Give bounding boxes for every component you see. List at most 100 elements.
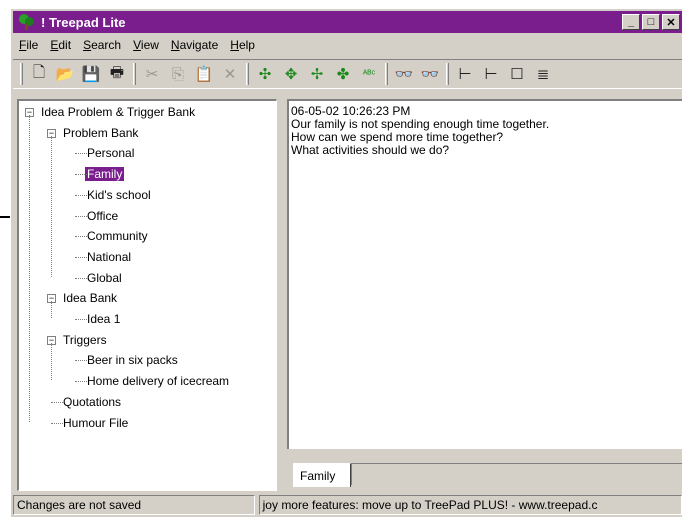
tree-node-label: Global — [87, 270, 122, 285]
tree-connector — [75, 236, 87, 238]
move-up-icon: ✣ — [258, 66, 272, 83]
tree-node-label: Humour File — [63, 415, 129, 430]
maximize-icon: □ — [647, 16, 655, 28]
tree-connector — [29, 115, 30, 422]
tree-node[interactable]: Beer in six packs — [85, 351, 180, 369]
status-promo: joy more features: move up to TreePad PL… — [258, 495, 682, 515]
tree-node[interactable]: Idea Problem & Trigger Bank — [39, 103, 197, 121]
menu-navigate[interactable]: Navigate — [165, 38, 224, 52]
tree-node-label: Idea Problem & Trigger Bank — [41, 105, 196, 119]
tree-connector — [75, 381, 87, 383]
copy-button[interactable]: ⎘ — [166, 62, 190, 86]
tree-node[interactable]: Problem Bank — [61, 124, 140, 142]
toolbar: 🗋 📂 💾 🖶 ✂ ⎘ 📋 ✕ ✣ ✥ ✢ ✤ ᴬᴮᶜ 👓 👓 ⊢ ⊢ ☐ ≣ — [13, 59, 682, 89]
tree-node[interactable]: Global — [85, 269, 124, 287]
tree-connector — [51, 301, 52, 318]
text-page-button[interactable]: ≣ — [531, 62, 555, 86]
open-button[interactable]: 📂 — [53, 62, 77, 86]
window-title: ! Treepad Lite — [41, 14, 126, 30]
minimize-button[interactable]: _ — [622, 14, 640, 30]
maximize-button[interactable]: □ — [642, 14, 660, 30]
new-icon: 🗋 — [32, 63, 46, 81]
tree-node[interactable]: Home delivery of icecream — [85, 372, 231, 390]
text-page-icon: ≣ — [536, 66, 550, 83]
move-left-icon: ✢ — [310, 66, 324, 83]
move-right-icon: ✤ — [336, 66, 350, 83]
tree-connector — [51, 135, 52, 277]
editor-text[interactable]: 06-05-02 10:26:23 PM Our family is not s… — [291, 105, 549, 157]
spellcheck-button[interactable]: ᴬᴮᶜ — [357, 62, 381, 86]
tree-pane[interactable]: Idea Problem & Trigger Bank − Problem Bank… — [17, 99, 277, 491]
tree-view-2-icon: ⊢ — [484, 66, 498, 83]
tree-connector — [75, 194, 87, 196]
status-bar: Changes are not saved joy more features:… — [13, 495, 682, 517]
tree-node[interactable]: Idea 1 — [85, 310, 122, 328]
paste-button[interactable]: 📋 — [192, 62, 216, 86]
tree-connector — [75, 277, 87, 279]
tree-node-label: Personal — [87, 146, 135, 161]
tree-node-label: Idea 1 — [87, 312, 121, 326]
find-button[interactable]: 👓 — [392, 62, 416, 86]
tree-node[interactable]: National — [85, 248, 133, 266]
tree-node-label: Problem Bank — [63, 125, 139, 140]
menu-view[interactable]: View — [127, 38, 165, 52]
menu-edit[interactable]: Edit — [44, 38, 77, 52]
treepad-window: ! Treepad Lite _ □ ✕ File Edit Search View N… — [10, 8, 682, 517]
print-button[interactable]: 🖶 — [105, 62, 129, 86]
tree-node[interactable]: Office — [85, 207, 120, 225]
tree-node-label: Idea Bank — [63, 291, 118, 306]
menu-search[interactable]: Search — [77, 38, 127, 52]
tree-connector — [51, 401, 63, 403]
background-line — [0, 216, 10, 218]
tree-node-label: Beer in six packs — [87, 353, 178, 368]
toolbar-separator — [246, 63, 249, 85]
tree-node-label: Kid's school — [87, 187, 151, 202]
tree-node[interactable]: Quotations — [61, 393, 123, 411]
new-button[interactable]: 🗋 — [27, 62, 51, 86]
tree-node-label: Community — [87, 229, 148, 244]
tab-strip-line — [351, 463, 682, 485]
move-left-button[interactable]: ✢ — [305, 62, 329, 86]
paste-icon: 📋 — [194, 66, 214, 83]
save-icon: 💾 — [81, 66, 101, 83]
title-bar[interactable]: ! Treepad Lite _ □ ✕ — [13, 11, 682, 33]
delete-button[interactable]: ✕ — [218, 62, 242, 86]
find-icon: 👓 — [394, 66, 414, 83]
open-icon: 📂 — [55, 66, 75, 83]
minimize-icon: _ — [627, 16, 635, 28]
treepad-app-icon[interactable] — [19, 14, 35, 30]
move-up-button[interactable]: ✣ — [253, 62, 277, 86]
pane-splitter[interactable] — [279, 99, 285, 491]
save-button[interactable]: 💾 — [79, 62, 103, 86]
tree-node[interactable]: Community — [85, 227, 150, 245]
find-next-icon: 👓 — [420, 66, 440, 83]
tab-strip: Family — [287, 451, 682, 491]
tree-connector — [75, 174, 87, 176]
blank-page-button[interactable]: ☐ — [505, 62, 529, 86]
tree-node-label: Office — [87, 208, 119, 223]
tree-connector — [51, 342, 52, 381]
tree-view-2-button[interactable]: ⊢ — [479, 62, 503, 86]
tree-node[interactable]: Kid's school — [85, 186, 153, 204]
tree-node-label: Family — [85, 167, 125, 182]
tree-node[interactable]: Idea Bank — [61, 289, 119, 307]
tree-node[interactable]: Family — [85, 165, 125, 183]
cut-icon: ✂ — [145, 66, 159, 83]
tree-view-button[interactable]: ⊢ — [453, 62, 477, 86]
move-down-icon: ✥ — [284, 66, 298, 83]
close-button[interactable]: ✕ — [662, 14, 680, 30]
move-right-button[interactable]: ✤ — [331, 62, 355, 86]
cut-button[interactable]: ✂ — [140, 62, 164, 86]
print-icon: 🖶 — [109, 63, 125, 81]
tree-node[interactable]: Personal — [85, 144, 136, 162]
spellcheck-icon: ᴬᴮᶜ — [362, 68, 376, 80]
tree-node[interactable]: Humour File — [61, 414, 130, 432]
tab-family[interactable]: Family — [293, 463, 351, 487]
tree-node[interactable]: Triggers — [61, 331, 109, 349]
tree-connector — [75, 256, 87, 258]
find-next-button[interactable]: 👓 — [418, 62, 442, 86]
menu-help[interactable]: Help — [224, 38, 261, 52]
move-down-button[interactable]: ✥ — [279, 62, 303, 86]
menu-file[interactable]: File — [13, 38, 44, 52]
editor-pane[interactable]: 06-05-02 10:26:23 PM Our family is not s… — [287, 99, 682, 449]
